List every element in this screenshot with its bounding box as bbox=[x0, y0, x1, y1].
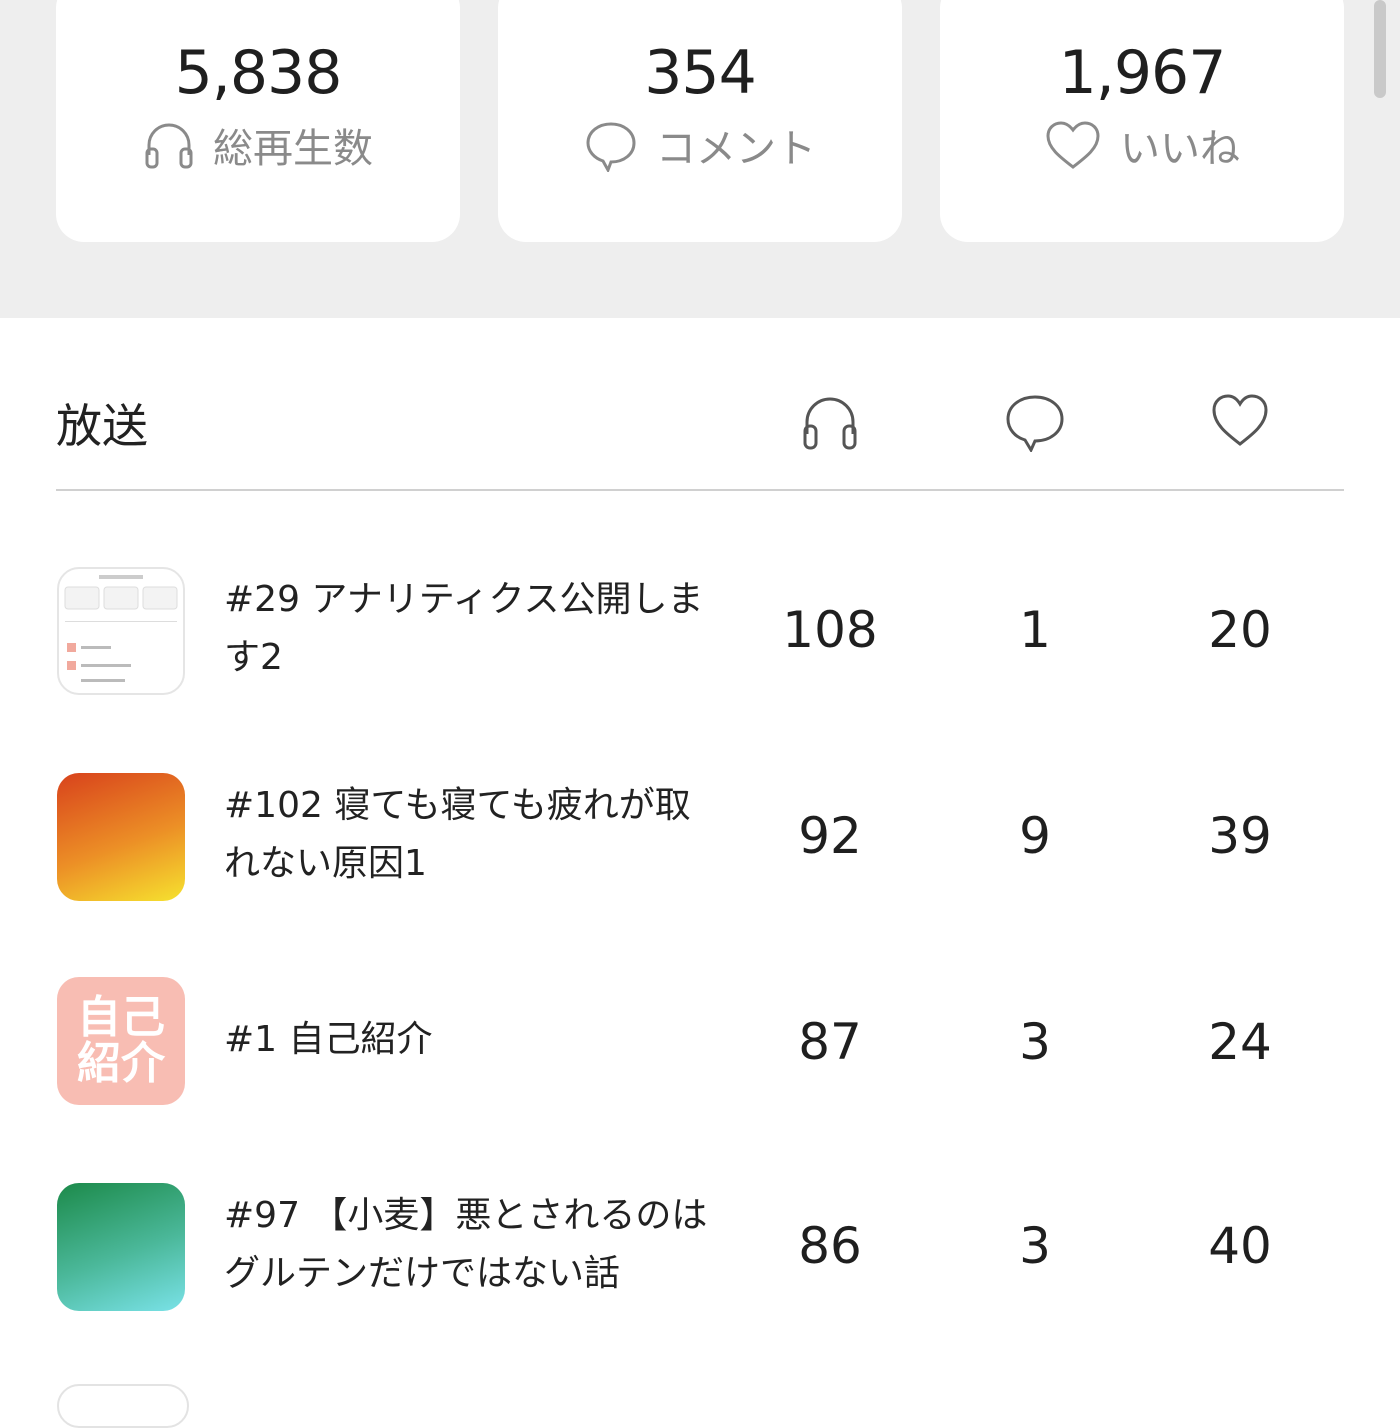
episode-row[interactable]: #97 【小麦】悪とされるのはグルテンだけではない話 86 3 40 bbox=[0, 1145, 1400, 1351]
episode-title: #29 アナリティクス公開します2 bbox=[224, 579, 704, 678]
total-plays-card: 5,838 総再生数 bbox=[56, 0, 460, 242]
episode-plays: 92 bbox=[798, 807, 862, 865]
episode-title: #1 自己紹介 bbox=[224, 1019, 433, 1060]
episode-likes: 20 bbox=[1208, 601, 1272, 659]
episode-plays: 108 bbox=[782, 601, 878, 659]
episode-likes: 24 bbox=[1208, 1013, 1272, 1071]
total-comments-value: 354 bbox=[644, 38, 757, 108]
episode-title: #97 【小麦】悪とされるのはグルテンだけではない話 bbox=[224, 1195, 708, 1294]
episode-row[interactable]: #102 寝ても寝ても疲れが取れない原因1 92 9 39 bbox=[0, 733, 1400, 939]
total-likes-value: 1,967 bbox=[1058, 38, 1227, 108]
episode-comments: 3 bbox=[1019, 1217, 1051, 1275]
episode-plays: 87 bbox=[798, 1013, 862, 1071]
episode-comments: 9 bbox=[1019, 807, 1051, 865]
episode-row[interactable]: 自己紹介 #1 自己紹介 87 3 24 bbox=[0, 939, 1400, 1145]
episode-thumbnail: 自己紹介 bbox=[57, 977, 185, 1105]
episode-thumbnail bbox=[57, 773, 185, 901]
speech-bubble-icon bbox=[584, 118, 638, 172]
likes-column-heart-icon[interactable] bbox=[1210, 392, 1270, 452]
total-plays-label: 総再生数 bbox=[213, 126, 373, 172]
section-title: 放送 bbox=[56, 399, 148, 453]
header-divider bbox=[56, 489, 1344, 491]
comments-column-speech-bubble-icon[interactable] bbox=[1005, 392, 1065, 454]
episode-likes: 40 bbox=[1208, 1217, 1272, 1275]
total-comments-label: コメント bbox=[656, 126, 816, 172]
plays-column-headphones-icon[interactable] bbox=[800, 392, 860, 452]
episode-plays: 86 bbox=[798, 1217, 862, 1275]
total-comments-card: 354 コメント bbox=[498, 0, 902, 242]
headphones-icon bbox=[143, 119, 195, 171]
episode-comments: 3 bbox=[1019, 1013, 1051, 1071]
episode-thumbnail bbox=[57, 567, 185, 695]
episode-thumbnail bbox=[57, 1183, 185, 1311]
episode-title: #102 寝ても寝ても疲れが取れない原因1 bbox=[224, 785, 691, 884]
total-plays-value: 5,838 bbox=[174, 38, 343, 108]
total-likes-card: 1,967 いいね bbox=[940, 0, 1344, 242]
total-likes-label: いいね bbox=[1120, 126, 1240, 172]
episode-comments: 1 bbox=[1019, 601, 1051, 659]
episode-thumbnail-partial bbox=[57, 1384, 189, 1428]
episode-row[interactable]: #29 アナリティクス公開します2 108 1 20 bbox=[0, 527, 1400, 733]
summary-panel: 5,838 総再生数 354 コメント 1,967 いいね bbox=[0, 0, 1400, 318]
episode-likes: 39 bbox=[1208, 807, 1272, 865]
scrollbar[interactable] bbox=[1374, 0, 1386, 98]
heart-icon bbox=[1044, 119, 1102, 171]
